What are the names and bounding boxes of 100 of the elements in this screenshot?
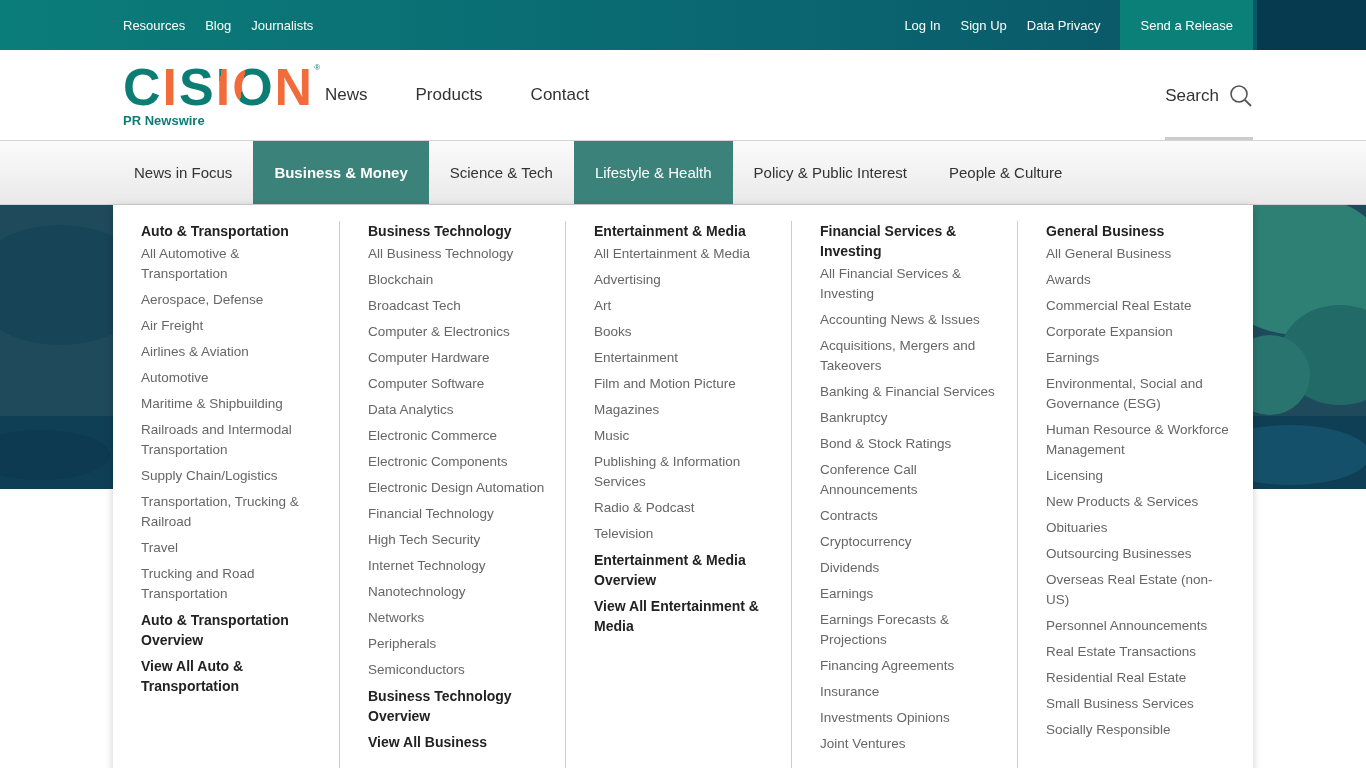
menu-item[interactable]: Electronic Commerce	[368, 426, 551, 446]
menu-item[interactable]: All General Business	[1046, 244, 1229, 264]
menu-item[interactable]: Dividends	[820, 558, 1003, 578]
menu-item[interactable]: Publishing & Information Services	[594, 452, 777, 492]
menu-item[interactable]: Networks	[368, 608, 551, 628]
menu-item[interactable]: Conference Call Announcements	[820, 460, 1003, 500]
menu-item[interactable]: Human Resource & Workforce Management	[1046, 420, 1229, 460]
menu-item[interactable]: Advertising	[594, 270, 777, 290]
menu-item[interactable]: Small Business Services	[1046, 694, 1229, 714]
category-tab[interactable]: News in Focus	[113, 141, 254, 204]
menu-item[interactable]: Joint Ventures	[820, 734, 1003, 754]
menu-item[interactable]: Nanotechnology	[368, 582, 551, 602]
menu-item[interactable]: Environmental, Social and Governance (ESG)	[1046, 374, 1229, 414]
menu-item[interactable]: Cryptocurrency	[820, 532, 1003, 552]
menu-item[interactable]: Electronic Design Automation	[368, 478, 551, 498]
menu-link[interactable]: Entertainment & Media Overview	[594, 550, 777, 590]
menu-item[interactable]: Real Estate Transactions	[1046, 642, 1229, 662]
menu-item[interactable]: Music	[594, 426, 777, 446]
menu-item[interactable]: Broadcast Tech	[368, 296, 551, 316]
menu-item[interactable]: All Business Technology	[368, 244, 551, 264]
menu-item[interactable]: Investments Opinions	[820, 708, 1003, 728]
menu-item[interactable]: Personnel Announcements	[1046, 616, 1229, 636]
menu-item[interactable]: Data Analytics	[368, 400, 551, 420]
menu-item[interactable]: Outsourcing Businesses	[1046, 544, 1229, 564]
menu-item[interactable]: Computer Hardware	[368, 348, 551, 368]
menu-item[interactable]: Air Freight	[141, 316, 325, 336]
menu-item[interactable]: Overseas Real Estate (non-US)	[1046, 570, 1229, 610]
menu-item[interactable]: Bankruptcy	[820, 408, 1003, 428]
category-tab[interactable]: Policy & Public Interest	[732, 141, 928, 204]
menu-item[interactable]: Commercial Real Estate	[1046, 296, 1229, 316]
menu-item[interactable]: Obituaries	[1046, 518, 1229, 538]
nav-link[interactable]: Contact	[530, 85, 590, 105]
top-link[interactable]: Data Privacy	[1026, 17, 1101, 33]
menu-item[interactable]: Film and Motion Picture	[594, 374, 777, 394]
menu-item[interactable]: Computer & Electronics	[368, 322, 551, 342]
menu-item[interactable]: Residential Real Estate	[1046, 668, 1229, 688]
menu-heading[interactable]: Financial Services & Investing	[820, 221, 1003, 261]
menu-item[interactable]: Airlines & Aviation	[141, 342, 325, 362]
category-tab[interactable]: Science & Tech	[428, 141, 574, 204]
menu-item[interactable]: Corporate Expansion	[1046, 322, 1229, 342]
menu-item[interactable]: Automotive	[141, 368, 325, 388]
top-link[interactable]: Sign Up	[960, 17, 1007, 33]
menu-item[interactable]: Railroads and Intermodal Transportation	[141, 420, 325, 460]
menu-item[interactable]: Magazines	[594, 400, 777, 420]
menu-item[interactable]: Insurance	[820, 682, 1003, 702]
top-link[interactable]: Blog	[205, 17, 232, 33]
menu-item[interactable]: Entertainment	[594, 348, 777, 368]
menu-item[interactable]: Computer Software	[368, 374, 551, 394]
menu-link[interactable]: View All Business	[368, 732, 551, 752]
menu-item[interactable]: Radio & Podcast	[594, 498, 777, 518]
top-link[interactable]: Log In	[904, 17, 941, 33]
menu-item[interactable]: Supply Chain/Logistics	[141, 466, 325, 486]
menu-item[interactable]: Trucking and Road Transportation	[141, 564, 325, 604]
menu-item[interactable]: New Products & Services	[1046, 492, 1229, 512]
menu-item[interactable]: Acquisitions, Mergers and Takeovers	[820, 336, 1003, 376]
top-link[interactable]: Resources	[123, 17, 186, 33]
menu-item[interactable]: Internet Technology	[368, 556, 551, 576]
menu-item[interactable]: Banking & Financial Services	[820, 382, 1003, 402]
menu-item[interactable]: Accounting News & Issues	[820, 310, 1003, 330]
menu-item[interactable]: Blockchain	[368, 270, 551, 290]
menu-item[interactable]: Financial Technology	[368, 504, 551, 524]
menu-item[interactable]: All Automotive & Transportation	[141, 244, 325, 284]
nav-link[interactable]: News	[325, 85, 368, 105]
menu-link[interactable]: Auto & Transportation Overview	[141, 610, 325, 650]
menu-item[interactable]: Maritime & Shipbuilding	[141, 394, 325, 414]
menu-item[interactable]: Television	[594, 524, 777, 544]
menu-heading[interactable]: Auto & Transportation	[141, 221, 325, 241]
menu-item[interactable]: Travel	[141, 538, 325, 558]
category-tab[interactable]: People & Culture	[928, 141, 1084, 204]
menu-item[interactable]: Earnings	[820, 584, 1003, 604]
logo-tagline: PR Newswire	[123, 112, 206, 128]
menu-item[interactable]: Licensing	[1046, 466, 1229, 486]
menu-link[interactable]: View All Entertainment & Media	[594, 596, 777, 636]
menu-item[interactable]: Transportation, Trucking & Railroad	[141, 492, 325, 532]
menu-item[interactable]: All Entertainment & Media	[594, 244, 777, 264]
send-release-button[interactable]: Send a Release	[1120, 0, 1253, 50]
top-link[interactable]: Journalists	[251, 17, 314, 33]
menu-link[interactable]: View All Auto & Transportation	[141, 656, 325, 696]
menu-item[interactable]: Socially Responsible	[1046, 720, 1229, 740]
nav-link[interactable]: Products	[415, 85, 483, 105]
menu-item[interactable]: Bond & Stock Ratings	[820, 434, 1003, 454]
menu-item[interactable]: High Tech Security	[368, 530, 551, 550]
menu-item[interactable]: Earnings Forecasts & Projections	[820, 610, 1003, 650]
menu-heading[interactable]: Business Technology	[368, 221, 551, 241]
menu-item[interactable]: All Financial Services & Investing	[820, 264, 1003, 304]
category-tab[interactable]: Business & Money	[253, 141, 429, 204]
menu-item[interactable]: Electronic Components	[368, 452, 551, 472]
menu-item[interactable]: Peripherals	[368, 634, 551, 654]
menu-link[interactable]: Business Technology Overview	[368, 686, 551, 726]
menu-heading[interactable]: General Business	[1046, 221, 1229, 241]
menu-item[interactable]: Books	[594, 322, 777, 342]
menu-heading[interactable]: Entertainment & Media	[594, 221, 777, 241]
menu-item[interactable]: Earnings	[1046, 348, 1229, 368]
menu-item[interactable]: Contracts	[820, 506, 1003, 526]
menu-item[interactable]: Financing Agreements	[820, 656, 1003, 676]
menu-item[interactable]: Semiconductors	[368, 660, 551, 680]
menu-item[interactable]: Art	[594, 296, 777, 316]
menu-item[interactable]: Aerospace, Defense	[141, 290, 325, 310]
menu-item[interactable]: Awards	[1046, 270, 1229, 290]
category-tab[interactable]: Lifestyle & Health	[573, 141, 733, 204]
